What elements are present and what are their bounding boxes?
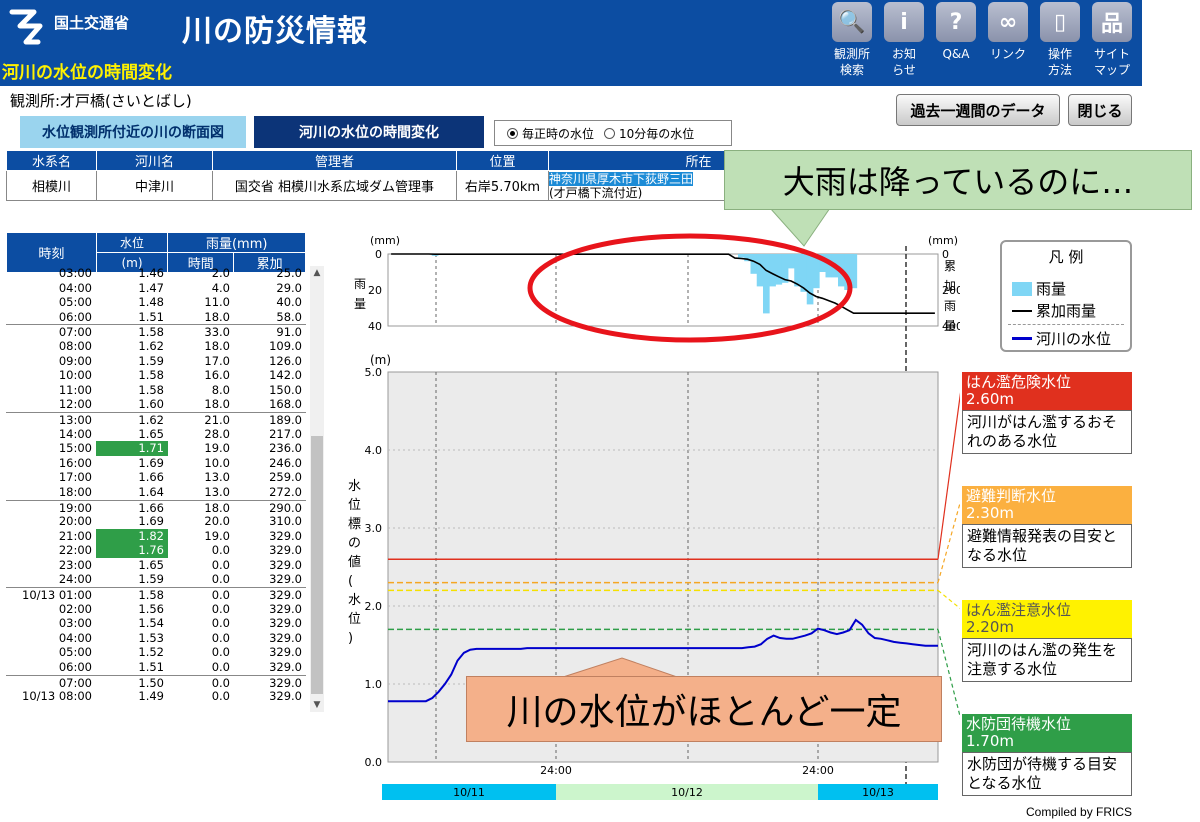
credit: Compiled by FRICS — [1026, 805, 1133, 819]
callout-level-constant: 川の水位がほとんど一定 — [466, 676, 942, 742]
callout-bottom-pointer — [559, 657, 681, 679]
callout-heavy-rain: 大雨は降っているのに… — [724, 150, 1192, 210]
highlight-ellipse — [527, 233, 853, 343]
callout-top-pointer — [768, 207, 831, 247]
